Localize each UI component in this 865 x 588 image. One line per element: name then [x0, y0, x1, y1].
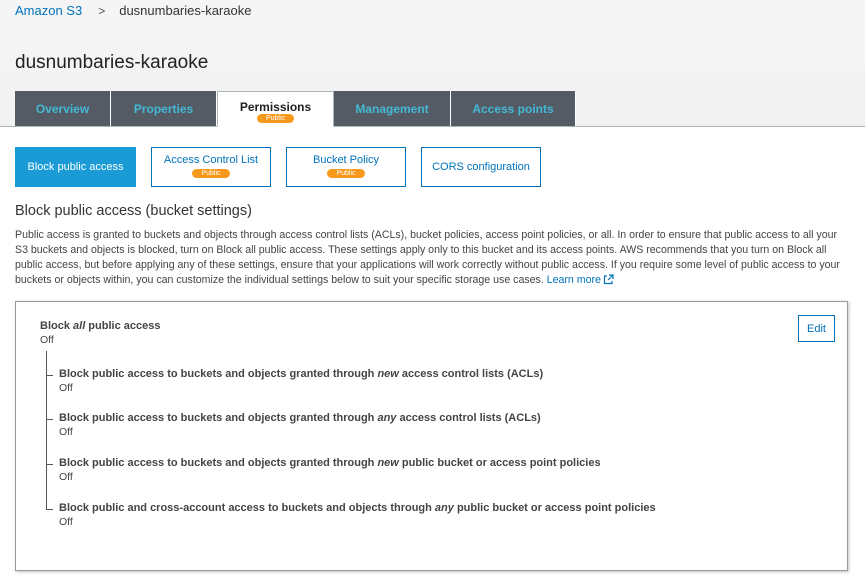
public-badge: Public [256, 113, 295, 123]
label-emphasis: all [73, 320, 86, 332]
page-title: dusnumbaries-karaoke [15, 52, 209, 73]
tab-label: Access points [472, 101, 554, 116]
tree-tick [46, 375, 53, 376]
subtab-label: Bucket Policy [312, 154, 380, 166]
permission-subtabs: Block public access Access Control List … [15, 147, 556, 187]
public-badge: Public [327, 169, 365, 178]
label-text: Block public and cross-account access to… [59, 502, 435, 514]
label-text: Block public access to buckets and objec… [59, 457, 378, 469]
label-emphasis: any [434, 502, 454, 514]
tab-properties[interactable]: Properties [111, 91, 217, 126]
label-text: public bucket or access point policies [453, 502, 656, 514]
breadcrumb-current: dusnumbaries-karaoke [119, 3, 252, 18]
setting-label: Block public access to buckets and objec… [59, 368, 543, 380]
setting-value: Off [59, 516, 73, 528]
subtab-label: Access Control List [163, 154, 259, 166]
setting-label: Block public access to buckets and objec… [59, 457, 601, 469]
setting-value: Off [59, 382, 73, 394]
learn-more-link[interactable]: Learn more [547, 274, 614, 286]
subtab-access-control-list[interactable]: Access Control List Public [151, 147, 271, 187]
breadcrumb-amazon-s3-link[interactable]: Amazon S3 [15, 3, 82, 18]
label-emphasis: new [377, 368, 399, 380]
setting-label: Block public and cross-account access to… [59, 502, 656, 514]
tree-tick [46, 464, 53, 465]
description-text: Public access is granted to buckets and … [15, 228, 851, 288]
label-text: access control lists (ACLs) [396, 412, 541, 424]
tab-label: Permissions [239, 99, 312, 114]
tab-overview[interactable]: Overview [15, 91, 111, 126]
subtab-label: Block public access [27, 161, 124, 173]
description-body: Public access is granted to buckets and … [15, 229, 840, 286]
tree-tick [46, 509, 53, 510]
subtab-cors-configuration[interactable]: CORS configuration [421, 147, 541, 187]
label-text: Block public access to buckets and objec… [59, 412, 378, 424]
subtab-bucket-policy[interactable]: Bucket Policy Public [286, 147, 406, 187]
setting-value: Off [59, 426, 73, 438]
external-link-icon [603, 274, 614, 285]
breadcrumb: Amazon S3 > dusnumbaries-karaoke [15, 3, 251, 18]
edit-button[interactable]: Edit [798, 315, 835, 342]
block-public-access-settings-panel: Edit Block all public access Off Block p… [15, 301, 848, 571]
tree-tick [46, 419, 53, 420]
tab-divider [0, 126, 865, 127]
label-emphasis: new [377, 457, 399, 469]
subtab-block-public-access[interactable]: Block public access [15, 147, 136, 187]
tab-bar: Overview Properties Permissions Public M… [15, 91, 576, 127]
tab-permissions[interactable]: Permissions Public [217, 91, 334, 127]
label-text: Block public access to buckets and objec… [59, 368, 378, 380]
setting-value: Off [59, 471, 73, 483]
subtab-label: CORS configuration [432, 161, 530, 173]
public-badge: Public [192, 169, 230, 178]
label-text: Block [40, 320, 74, 332]
tab-label: Management [355, 101, 429, 116]
label-text: access control lists (ACLs) [398, 368, 544, 380]
label-emphasis: any [377, 412, 397, 424]
tab-access-points[interactable]: Access points [451, 91, 576, 126]
section-heading: Block public access (bucket settings) [15, 203, 252, 219]
block-all-public-access-label: Block all public access [40, 320, 160, 332]
learn-more-label: Learn more [546, 274, 601, 286]
tab-management[interactable]: Management [334, 91, 451, 126]
label-text: public bucket or access point policies [398, 457, 601, 469]
block-all-public-access-value: Off [40, 334, 54, 346]
tab-label: Properties [133, 101, 194, 116]
setting-label: Block public access to buckets and objec… [59, 412, 541, 424]
label-text: public access [85, 320, 161, 332]
tab-label: Overview [35, 101, 90, 116]
breadcrumb-separator: > [98, 3, 106, 18]
